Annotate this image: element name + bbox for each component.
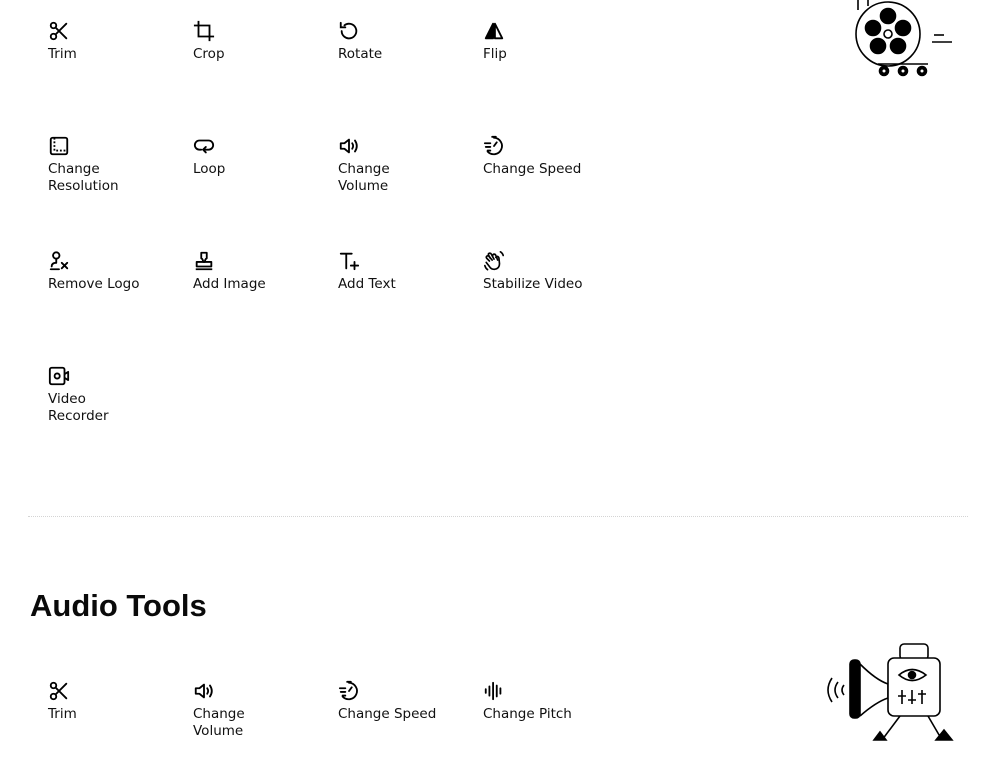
tool-label: Remove Logo [48,276,140,292]
tool-audio-change-speed[interactable]: Change Speed [338,680,468,723]
tool-label: Video Recorder [48,391,109,424]
tool-rotate[interactable]: Rotate [338,20,468,63]
flip-icon [483,20,505,42]
tool-loop[interactable]: Loop [193,135,323,178]
audio-tools-heading: Audio Tools [30,588,207,623]
audio-robot-illustration [820,640,960,753]
tool-audio-change-volume[interactable]: Change Volume [193,680,323,740]
tool-remove-logo[interactable]: Remove Logo [48,250,178,293]
volume-icon [193,680,215,702]
rotate-icon [338,20,360,42]
tool-label: Trim [48,706,77,722]
hand-wave-icon [483,250,505,272]
tool-change-speed[interactable]: Change Speed [483,135,613,178]
tool-label: Add Image [193,276,266,292]
volume-icon [338,135,360,157]
tool-trim[interactable]: Trim [48,20,178,63]
tool-label: Rotate [338,46,383,62]
tool-label: Trim [48,46,77,62]
tool-label: Change Resolution [48,161,119,194]
tool-label: Change Speed [338,706,437,722]
tool-change-resolution[interactable]: Change Resolution [48,135,178,195]
tool-label: Loop [193,161,226,177]
crop-icon [193,20,215,42]
resolution-icon [48,135,70,157]
speed-icon [338,680,360,702]
tool-audio-trim[interactable]: Trim [48,680,178,723]
tool-label: Crop [193,46,225,62]
tool-label: Flip [483,46,507,62]
tool-add-text[interactable]: Add Text [338,250,468,293]
tool-label: Add Text [338,276,396,292]
tool-label: Change Volume [193,706,245,739]
scissors-icon [48,20,70,42]
camera-record-icon [48,365,70,387]
speed-icon [483,135,505,157]
tool-label: Change Volume [338,161,390,194]
tool-audio-change-pitch[interactable]: Change Pitch [483,680,613,723]
tool-flip[interactable]: Flip [483,20,613,63]
tool-video-recorder[interactable]: Video Recorder [48,365,178,425]
remove-logo-icon [48,250,70,272]
film-reel-illustration [848,0,958,82]
tool-add-image[interactable]: Add Image [193,250,323,293]
tool-crop[interactable]: Crop [193,20,323,63]
scissors-icon [48,680,70,702]
text-add-icon [338,250,360,272]
loop-icon [193,135,215,157]
tool-change-volume[interactable]: Change Volume [338,135,468,195]
section-divider [28,516,968,517]
tool-stabilize-video[interactable]: Stabilize Video [483,250,613,293]
waveform-icon [483,680,505,702]
stamp-icon [193,250,215,272]
tool-label: Change Speed [483,161,582,177]
tool-label: Stabilize Video [483,276,583,292]
tool-label: Change Pitch [483,706,572,722]
